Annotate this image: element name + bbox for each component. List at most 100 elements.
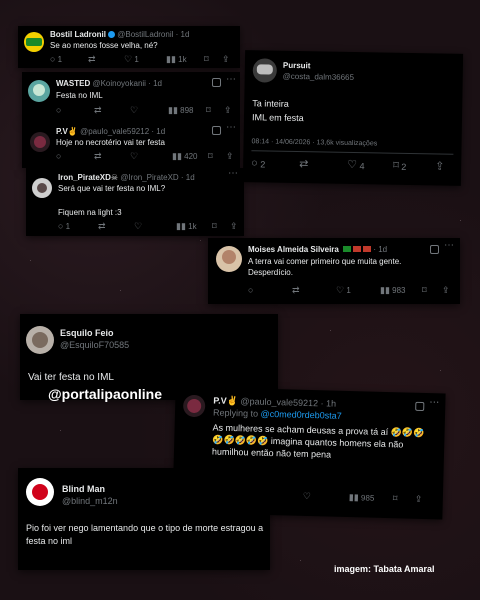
author-name[interactable]: P.V — [213, 395, 227, 405]
views-button[interactable]: ▮▮ 983 — [380, 285, 406, 296]
author-handle[interactable]: @Koinoyokanii · 1d — [92, 79, 162, 88]
like-icon: ♡ — [124, 54, 133, 64]
avatar[interactable] — [26, 478, 54, 506]
bookmark-button[interactable]: ⌑ 2 — [393, 160, 406, 172]
reply-button[interactable]: ○ 1 — [58, 222, 70, 232]
author-name[interactable]: Bostil Ladronil — [50, 30, 106, 39]
bookmark-button[interactable]: ⌑ — [422, 286, 427, 295]
grok-icon[interactable] — [430, 245, 439, 254]
views-button[interactable]: ▮▮ 898 — [168, 106, 194, 116]
reply-icon: ○ — [56, 105, 62, 115]
share-icon: ⇪ — [435, 160, 445, 173]
share-button[interactable]: ⇪ — [415, 494, 423, 504]
author-handle[interactable]: @costa_dalm36665 — [283, 72, 354, 82]
author-handle[interactable]: @blind_m12n — [62, 496, 118, 506]
repost-button[interactable]: ⇄ — [94, 106, 102, 115]
bookmark-button[interactable]: ⌑ — [208, 152, 213, 161]
author-name[interactable]: Esquilo Feio — [60, 328, 114, 338]
avatar[interactable] — [252, 58, 278, 83]
views-button[interactable]: ▮▮ 985 — [349, 492, 375, 503]
author-name[interactable]: Blind Man — [62, 484, 105, 494]
views-button[interactable]: ▮▮ 420 — [172, 152, 198, 162]
avatar[interactable] — [28, 80, 50, 102]
tweet-card-bostil[interactable]: Bostil Ladronil @BostilLadronil · 1d Se … — [18, 26, 240, 68]
repost-button[interactable]: ⇄ — [292, 286, 300, 295]
grok-icon[interactable] — [415, 401, 425, 411]
share-button[interactable]: ⇪ — [230, 222, 238, 231]
avatar[interactable] — [30, 132, 50, 152]
reply-button[interactable]: ○ — [56, 152, 61, 161]
more-icon[interactable]: ⋯ — [228, 168, 239, 179]
like-button[interactable]: ♡ — [302, 490, 312, 502]
views-button[interactable]: ▮▮ 1k — [166, 54, 187, 65]
bookmark-button[interactable]: ⌑ — [212, 222, 217, 231]
tweet-card-wasted[interactable]: WASTED @Koinoyokanii · 1d ⋯ Festa no IML… — [22, 72, 240, 122]
views-count: 985 — [360, 493, 375, 503]
author-name[interactable]: P.V — [56, 127, 68, 136]
avatar[interactable] — [216, 246, 242, 272]
views-button[interactable]: ▮▮ 1k — [176, 222, 197, 232]
reply-to-link[interactable]: @c0med0rdeb0sta7 — [260, 409, 341, 421]
background-speck — [200, 240, 201, 241]
avatar[interactable] — [182, 394, 206, 418]
author-name[interactable]: Pursuit — [283, 61, 311, 70]
bookmark-button[interactable]: ⌑ — [206, 106, 211, 115]
like-button[interactable]: ♡ — [130, 152, 138, 161]
share-button[interactable]: ⇪ — [226, 152, 234, 161]
background-speck — [330, 330, 331, 331]
image-credit: imagem: Tabata Amaral — [334, 564, 435, 574]
share-button[interactable]: ⇪ — [224, 106, 232, 115]
more-icon[interactable]: ⋯ — [226, 122, 237, 133]
bookmark-icon: ⌑ — [204, 54, 209, 64]
share-button[interactable]: ⇪ — [442, 286, 450, 295]
like-icon: ♡ — [302, 490, 312, 502]
author-name[interactable]: Moises Almeida Silveira — [248, 245, 339, 254]
bookmark-button[interactable]: ⌑ — [204, 55, 209, 64]
tweet-text: Pio foi ver nego lamentando que o tipo d… — [26, 523, 264, 546]
avatar[interactable] — [32, 178, 52, 198]
tweet-text: As mulheres se acham deusas a prova tá a… — [211, 422, 425, 460]
repost-button[interactable]: ⇄ — [299, 158, 308, 170]
views-icon: ▮▮ — [166, 54, 176, 64]
repost-button[interactable]: ⇄ — [98, 222, 106, 231]
author-name[interactable]: WASTED — [56, 79, 90, 88]
reply-button[interactable]: ○ 1 — [50, 55, 62, 65]
background-speck — [30, 260, 31, 261]
reply-button[interactable]: ○ — [248, 286, 253, 295]
author-handle[interactable]: @EsquiloF70585 — [60, 340, 129, 350]
grok-icon[interactable] — [212, 78, 221, 87]
tweet-card-pv-necroterio[interactable]: P.V✌ @paulo_vale59212 · 1d ⋯ Hoje no nec… — [22, 122, 240, 168]
author-handle[interactable]: @Iron_PirateXD · 1d — [120, 173, 194, 182]
like-button[interactable]: ♡ — [130, 106, 138, 115]
tweet-card-pursuit[interactable]: Pursuit @costa_dalm36665 Ta inteira IML … — [242, 50, 464, 186]
tweet-card-moises[interactable]: Moises Almeida Silveira · 1d ⋯ A terra v… — [208, 238, 460, 304]
repost-button[interactable]: ⇄ — [94, 152, 102, 161]
author-handle[interactable]: @paulo_vale59212 · 1h — [240, 396, 336, 409]
reply-button[interactable]: ○ — [56, 106, 61, 115]
views-icon: ▮▮ — [380, 285, 390, 295]
tweet-card-blind-man[interactable]: Blind Man @blind_m12n Pio foi ver nego l… — [18, 468, 270, 570]
author-handle[interactable]: @BostilLadronil · 1d — [117, 30, 189, 39]
tweet-header: Iron_PirateXD☠ @Iron_PirateXD · 1d — [58, 173, 195, 182]
more-icon[interactable]: ⋯ — [226, 74, 237, 85]
tweet-card-iron-pirate[interactable]: Iron_PirateXD☠ @Iron_PirateXD · 1d ⋯ Ser… — [26, 168, 244, 236]
author-name[interactable]: Iron_PirateXD — [58, 173, 111, 182]
like-button[interactable]: ♡ 1 — [336, 286, 351, 296]
like-button[interactable]: ♡ — [134, 222, 142, 231]
repost-button[interactable]: ⇄ — [88, 55, 96, 64]
avatar[interactable] — [26, 326, 54, 354]
share-icon: ⇪ — [226, 151, 234, 161]
like-button[interactable]: ♡ 4 — [347, 159, 365, 171]
author-handle[interactable]: @paulo_vale59212 · 1d — [80, 127, 165, 136]
grok-icon[interactable] — [212, 126, 221, 135]
like-button[interactable]: ♡ 1 — [124, 54, 139, 65]
bookmark-button[interactable]: ⌑ — [393, 493, 398, 503]
share-button[interactable]: ⇪ — [222, 55, 230, 64]
more-icon[interactable]: ⋯ — [429, 397, 440, 408]
avatar[interactable] — [24, 32, 44, 52]
author-handle[interactable]: · 1d — [373, 245, 387, 254]
more-icon[interactable]: ⋯ — [444, 240, 455, 251]
share-button[interactable]: ⇪ — [435, 160, 445, 173]
tweet-header: Bostil Ladronil @BostilLadronil · 1d — [50, 30, 189, 39]
reply-button[interactable]: ○ 2 — [251, 157, 265, 169]
